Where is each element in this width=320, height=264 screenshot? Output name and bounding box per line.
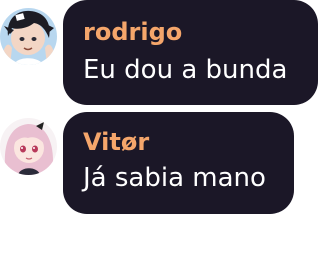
message-text: Eu dou a bunda xyxy=(83,55,288,85)
message-row: rodrigo Eu dou a bunda xyxy=(0,0,320,110)
anime-girl-avatar-icon[interactable] xyxy=(0,118,57,175)
anime-boy-avatar-icon[interactable] xyxy=(0,8,57,65)
message-row: Vitør Já sabia mano xyxy=(0,112,320,222)
message-bubble[interactable]: rodrigo Eu dou a bunda xyxy=(63,0,318,105)
message-text: Já sabia mano xyxy=(83,163,266,193)
author-name[interactable]: rodrigo xyxy=(83,18,182,46)
message-bubble[interactable]: Vitør Já sabia mano xyxy=(63,112,294,214)
author-name[interactable]: Vitør xyxy=(83,128,149,156)
